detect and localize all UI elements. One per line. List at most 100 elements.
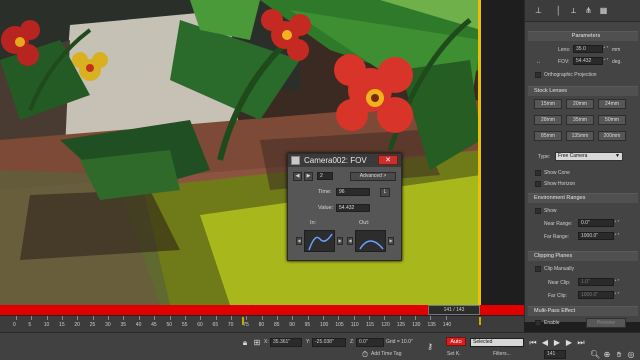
track-tick-label: 85 <box>273 322 280 328</box>
orbit-icon[interactable]: ◎ <box>626 350 636 359</box>
far-range-arrows[interactable]: ▲▼ <box>614 232 620 240</box>
fov-spinner-arrows[interactable]: ▲▼ <box>603 57 609 65</box>
lens-85mm-button[interactable]: 85mm <box>534 131 562 141</box>
goto-end-icon[interactable]: ⏭︎ <box>576 338 586 347</box>
dialog-titlebar[interactable]: Camera002: FOV ✕ <box>288 154 401 167</box>
track-tick <box>92 316 94 320</box>
orthographic-checkbox[interactable] <box>535 72 541 78</box>
camera-type-dropdown[interactable]: Free Camera ▼ <box>555 152 623 161</box>
far-range-spinner[interactable]: 1000.0" <box>578 232 614 240</box>
animation-key[interactable] <box>479 317 481 325</box>
fov-label: FOV: <box>558 59 570 65</box>
set-key-label[interactable]: Set K. <box>447 351 461 357</box>
lens-35mm-button[interactable]: 35mm <box>566 115 594 125</box>
perspective-viewport[interactable] <box>0 0 481 305</box>
in-tangent-type-button[interactable] <box>304 230 335 252</box>
play-icon[interactable]: ▶ <box>552 338 562 347</box>
prev-frame-icon[interactable]: ◀ <box>540 338 550 347</box>
auto-key-button[interactable]: Auto <box>446 337 466 346</box>
lens-unit: mm <box>612 47 621 53</box>
environment-ranges-group: Environment Ranges Show Near Range: 0.0"… <box>528 193 638 243</box>
time-slider-thumb[interactable]: 141 / 143 <box>428 305 480 315</box>
zoom-icon[interactable]: 🔍︎ <box>590 350 600 359</box>
track-tick-label: 0 <box>13 322 16 328</box>
pin-stack-icon[interactable]: ⊥ <box>533 5 544 16</box>
animation-key[interactable] <box>242 317 244 325</box>
camera-type-value: Free Camera <box>558 153 588 159</box>
x-coord-field[interactable]: 35.361" <box>270 338 302 347</box>
viewport-scene <box>0 0 481 305</box>
absolute-mode-icon[interactable]: ⊞ <box>252 338 262 347</box>
lens-15mm-button[interactable]: 15mm <box>534 99 562 109</box>
fov-spinner[interactable]: 54.432 <box>573 57 603 65</box>
add-time-tag-button[interactable]: Add Time Tag <box>371 351 401 357</box>
near-range-spinner[interactable]: 0.0" <box>578 219 614 227</box>
track-tick-label: 45 <box>151 322 157 328</box>
remove-modifier-icon[interactable]: ⋔ <box>583 5 594 16</box>
next-frame-icon[interactable]: ▶ <box>564 338 574 347</box>
multipass-preview-button[interactable]: Preview <box>586 318 626 328</box>
value-field[interactable]: 54.432 <box>336 204 370 212</box>
near-clip-arrows[interactable]: ▲▼ <box>614 278 620 286</box>
pan-icon[interactable]: ✋︎ <box>614 350 624 359</box>
dialog-close-button[interactable]: ✕ <box>378 155 398 165</box>
current-frame-field[interactable]: 141 <box>544 350 566 359</box>
advanced-button[interactable]: Advanced > <box>350 172 396 181</box>
lens-135mm-button[interactable]: 135mm <box>566 131 594 141</box>
goto-start-icon[interactable]: ⏮︎ <box>528 338 538 347</box>
track-tick <box>353 316 355 320</box>
time-label: Time: <box>318 189 332 195</box>
near-range-arrows[interactable]: ▲▼ <box>614 219 620 227</box>
out-tangent-prev-arrow[interactable]: ◀ <box>347 237 353 245</box>
multipass-enable-checkbox[interactable] <box>535 320 541 326</box>
prev-key-button[interactable]: ◀ <box>293 172 302 181</box>
show-end-result-icon[interactable]: │ <box>553 5 564 16</box>
lock-key-button[interactable]: L <box>380 188 390 197</box>
far-range-label: Far Range: <box>544 234 570 240</box>
key-filter-dropdown[interactable]: Selected <box>470 338 524 347</box>
multipass-effect-group: Multi-Pass Effect Enable Preview <box>528 306 638 328</box>
env-show-label: Show <box>544 208 557 214</box>
track-bar[interactable]: 0 5 10 15 20 25 30 35 40 45 50 55 60 65 70 75 80 85 90 95 10… <box>0 315 524 332</box>
env-show-checkbox[interactable] <box>535 208 541 214</box>
far-clip-spinner[interactable]: 1000.0" <box>578 291 614 299</box>
show-cone-checkbox[interactable] <box>535 170 541 176</box>
lens-50mm-button[interactable]: 50mm <box>598 115 626 125</box>
in-tangent-next-arrow[interactable]: ▶ <box>337 237 343 245</box>
far-clip-arrows[interactable]: ▲▼ <box>614 291 620 299</box>
z-coord-field[interactable]: 0.0" <box>356 338 384 347</box>
lens-20mm-button[interactable]: 20mm <box>566 99 594 109</box>
lens-24mm-button[interactable]: 24mm <box>598 99 626 109</box>
next-key-button[interactable]: ▶ <box>304 172 313 181</box>
track-tick-label: 25 <box>89 322 96 328</box>
lens-28mm-button[interactable]: 28mm <box>534 115 562 125</box>
status-bar: 🔒︎ ⊞ X: 35.361" Y: -25.038" Z: 0.0" Grid… <box>0 332 640 360</box>
environment-ranges-title: Environment Ranges <box>528 194 638 203</box>
key-number-field[interactable]: 2 <box>317 172 333 180</box>
lens-200mm-button[interactable]: 200mm <box>598 131 626 141</box>
time-field[interactable]: 96 <box>336 188 370 196</box>
lens-spinner[interactable]: 35.0 <box>573 45 603 53</box>
clip-manually-checkbox[interactable] <box>535 266 541 272</box>
parameters-title[interactable]: Parameters <box>528 32 638 41</box>
make-unique-icon[interactable]: ⟂ <box>568 5 579 16</box>
key-filters-button[interactable]: Filters... <box>493 351 511 357</box>
configure-sets-icon[interactable]: ▦ <box>598 5 609 16</box>
x-coord-label: X: <box>264 339 269 345</box>
track-tick-label: 75 <box>243 322 249 328</box>
track-tick-label: 55 <box>181 322 188 328</box>
show-horizon-checkbox[interactable] <box>535 181 541 187</box>
key-icon[interactable]: ⚷ <box>425 342 435 351</box>
zoom-all-icon[interactable]: ⊕ <box>602 350 612 359</box>
fov-direction-icon[interactable]: ↔ <box>536 59 541 65</box>
track-tick <box>200 316 202 320</box>
lock-selection-icon[interactable]: 🔒︎ <box>240 338 250 347</box>
command-panel: ⊥ │ ⟂ ⋔ ▦ Parameters Lens: 35.0 ▲▼ mm ↔ … <box>524 0 640 328</box>
y-coord-field[interactable]: -25.038" <box>312 338 346 347</box>
near-clip-spinner[interactable]: 1.0" <box>578 278 614 286</box>
track-tick <box>415 316 417 320</box>
out-tangent-next-arrow[interactable]: ▶ <box>388 237 394 245</box>
in-tangent-prev-arrow[interactable]: ◀ <box>296 237 302 245</box>
out-tangent-type-button[interactable] <box>355 230 386 252</box>
lens-spinner-arrows[interactable]: ▲▼ <box>603 45 609 53</box>
